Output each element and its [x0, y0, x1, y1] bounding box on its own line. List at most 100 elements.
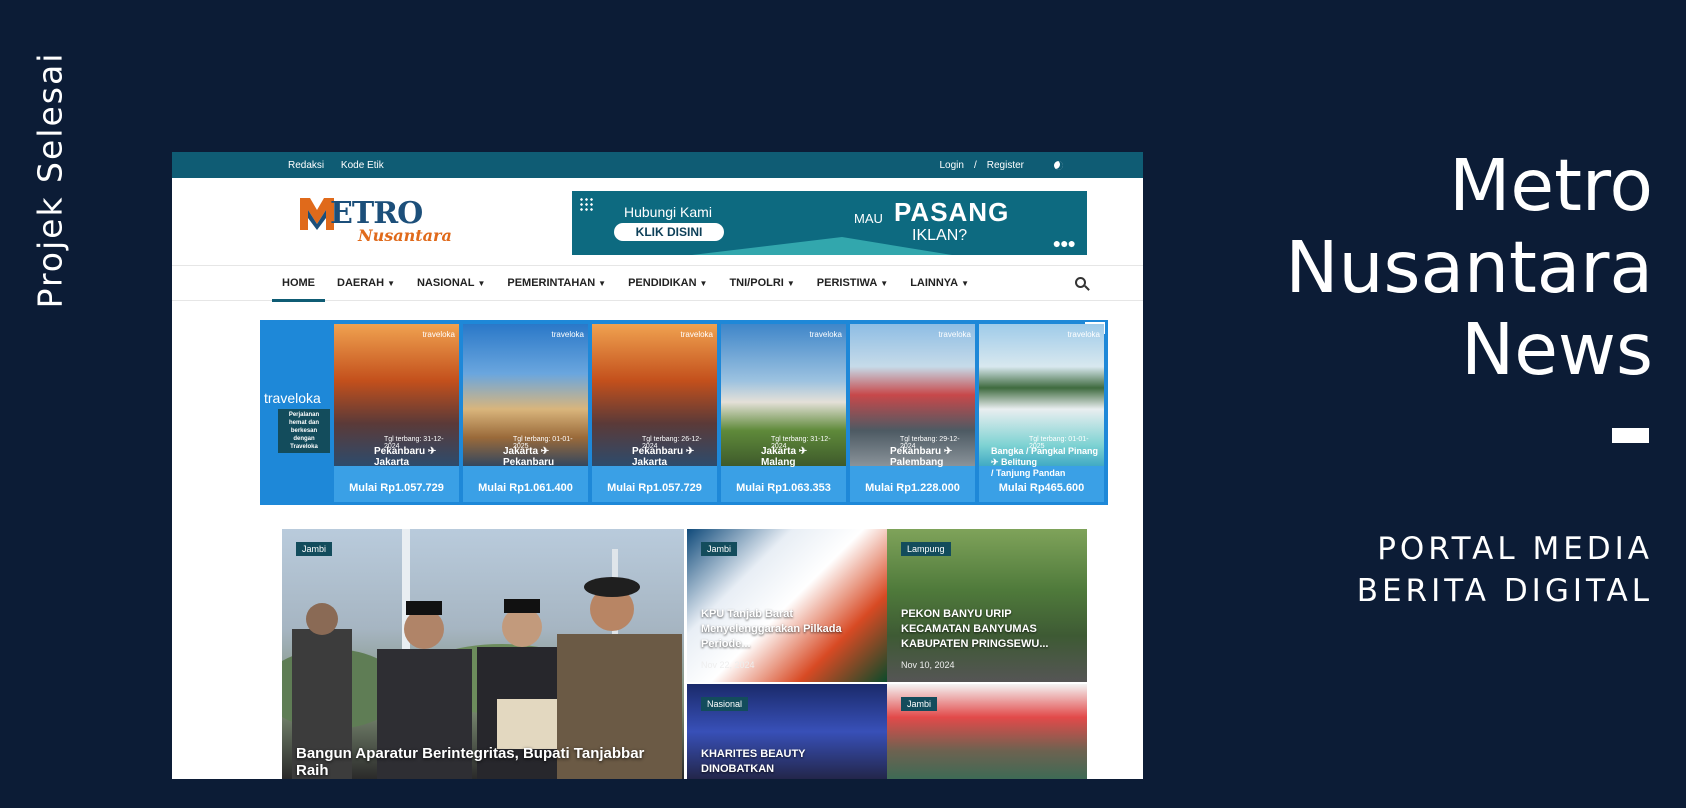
article-title[interactable]: KPU Tanjab Barat Menyelenggarakan Pilkad… — [701, 607, 877, 652]
featured-title[interactable]: Bangun Aparatur Berintegritas, Bupati Ta… — [296, 745, 676, 779]
nav-label: DAERAH — [337, 277, 385, 289]
ad-tagline: Perjalanan hemat dan berkesan dengan Tra… — [278, 409, 330, 453]
caret-down-icon: ▼ — [786, 279, 795, 288]
headline: Metro Nusantara News — [1233, 145, 1653, 391]
top-link-redaksi[interactable]: Redaksi — [288, 160, 324, 171]
nav-label: PEMERINTAHAN — [507, 277, 596, 289]
caret-down-icon: ▼ — [598, 279, 607, 288]
nav-pendidikan[interactable]: PENDIDIKAN ▼ — [628, 265, 707, 301]
ad-card-brand: traveloka — [551, 330, 584, 339]
separator: / — [973, 159, 977, 171]
article-date: Nov 10, 2024 — [901, 660, 955, 670]
ad-card-route: Jakarta ✈ Pekanbaru — [503, 446, 555, 468]
ad-card-price: Mulai Rp465.600 — [998, 482, 1085, 494]
nav-label: PERISTIWA — [816, 277, 878, 289]
article-tile[interactable]: Jambi KPU Tanjab Barat Menyelenggarakan … — [687, 529, 887, 682]
ad-card-price: Mulai Rp1.057.729 — [607, 482, 702, 494]
caret-down-icon: ▼ — [699, 279, 708, 288]
slide: Projek Selesai Metro Nusantara News PORT… — [0, 0, 1686, 808]
caret-down-icon: ▼ — [477, 279, 486, 288]
headline-line-2: Nusantara — [1285, 226, 1653, 309]
featured-article[interactable]: Jambi Bangun Aparatur Berintegritas, Bup… — [282, 529, 684, 779]
ad-card-route: Pekanbaru ✈ Palembang — [890, 446, 953, 468]
category-tag[interactable]: Jambi — [901, 697, 938, 711]
login-link[interactable]: Login — [940, 160, 964, 171]
ad-card-price: Mulai Rp1.063.353 — [736, 482, 831, 494]
article-tile[interactable]: Jambi — [887, 684, 1087, 779]
article-tile[interactable]: Nasional KHARITES BEAUTY DINOBATKAN — [687, 684, 887, 779]
article-title[interactable]: KHARITES BEAUTY DINOBATKAN — [701, 747, 877, 777]
nav-nasional[interactable]: NASIONAL ▼ — [417, 265, 485, 301]
caret-down-icon: ▼ — [387, 279, 395, 288]
article-date: Nov 22, 2024 — [701, 660, 755, 670]
register-link[interactable]: Register — [987, 160, 1024, 171]
article-title[interactable]: PEKON BANYU URIP KECAMATAN BANYUMAS KABU… — [901, 607, 1077, 652]
ad-card[interactable]: traveloka Tgl terbang: 01-01-2025 Bangka… — [979, 324, 1104, 502]
top-links: Redaksi Kode Etik — [288, 160, 398, 171]
banner-iklan: IKLAN? — [912, 227, 968, 244]
moon-icon[interactable] — [1054, 160, 1063, 170]
site-logo[interactable]: ETRO Nusantara — [300, 196, 452, 250]
top-link-kode-etik[interactable]: Kode Etik — [341, 160, 384, 171]
nav-label: NASIONAL — [416, 277, 475, 289]
category-tag[interactable]: Jambi — [296, 542, 333, 556]
ad-card[interactable]: traveloka Tgl terbang: 31-12-2024 Jakart… — [721, 324, 846, 502]
ad-card-price: Mulai Rp1.228.000 — [865, 482, 960, 494]
subtitle: PORTAL MEDIA BERITA DIGITAL — [1203, 528, 1653, 612]
nav-tni-polri[interactable]: TNI/POLRI ▼ — [729, 265, 794, 301]
ad-card[interactable]: traveloka Tgl terbang: 01-01-2025 Jakart… — [463, 324, 588, 502]
ad-card-route: Bangka / Pangkal Pinang ✈ Belitung / Tanj… — [991, 446, 1099, 478]
headline-line-3: News — [1461, 308, 1653, 391]
traveloka-ad[interactable]: traveloka Perjalanan hemat dan berkesan … — [260, 320, 1108, 505]
ad-card-brand: traveloka — [938, 330, 971, 339]
category-tag[interactable]: Nasional — [701, 697, 749, 711]
ad-card-brand: traveloka — [809, 330, 842, 339]
ad-card[interactable]: traveloka Tgl terbang: 31-12-2024 Pekanb… — [334, 324, 459, 502]
ad-card-route: Pekanbaru ✈ Jakarta — [632, 446, 695, 468]
grid-dots-icon — [579, 197, 593, 211]
caret-down-icon: ▼ — [880, 279, 889, 288]
ad-brand: traveloka Perjalanan hemat dan berkesan … — [264, 390, 330, 453]
nav-peristiwa[interactable]: PERISTIWA ▼ — [817, 265, 888, 301]
nav-label: TNI/POLRI — [729, 277, 784, 289]
banner-hubungi: Hubungi Kami — [624, 204, 712, 220]
nav-label: LAINNYA — [910, 277, 959, 289]
nav-label: HOME — [282, 277, 315, 289]
more-dots-icon: ●●● — [1052, 235, 1076, 251]
main-nav: HOME DAERAH ▼ NASIONAL ▼ PEMERINTAHAN ▼ PEN… — [172, 265, 1143, 302]
ad-card-route: Pekanbaru ✈ Jakarta — [374, 446, 437, 468]
search-icon[interactable] — [1075, 277, 1086, 288]
ad-card-price: Mulai Rp1.057.729 — [349, 482, 444, 494]
ad-card-brand: traveloka — [680, 330, 713, 339]
caret-down-icon: ▼ — [961, 279, 970, 288]
ad-card-route: Jakarta ✈ Malang — [761, 446, 808, 468]
ad-card-brand: traveloka — [1067, 330, 1100, 339]
headline-line-1: Metro — [1449, 144, 1653, 227]
side-label: Projek Selesai — [30, 51, 70, 309]
advertise-banner[interactable]: Hubungi Kami KLIK DISINI MAU PASANG IKLA… — [572, 191, 1087, 255]
headline-dash — [1612, 428, 1649, 443]
nav-label: PENDIDIKAN — [628, 277, 697, 289]
nav-daerah[interactable]: DAERAH ▼ — [337, 265, 395, 301]
banner-pasang: PASANG — [894, 197, 1010, 227]
article-tile[interactable]: Lampung PEKON BANYU URIP KECAMATAN BANYU… — [887, 529, 1087, 682]
category-tag[interactable]: Jambi — [701, 542, 738, 556]
featured-image — [282, 529, 682, 779]
nav-lainnya[interactable]: LAINNYA ▼ — [910, 265, 969, 301]
brand-row: ETRO Nusantara Hubungi Kami KLIK DISINI … — [172, 178, 1143, 265]
ad-card-brand: traveloka — [422, 330, 455, 339]
website-screenshot: Redaksi Kode Etik Login / Register ETRO … — [172, 152, 1143, 779]
ad-brand-name: traveloka — [264, 390, 321, 406]
ad-card[interactable]: traveloka Tgl terbang: 26-12-2024 Pekanb… — [592, 324, 717, 502]
ad-card[interactable]: traveloka Tgl terbang: 29-12-2024 Pekanb… — [850, 324, 975, 502]
account-links: Login / Register — [940, 159, 1063, 171]
subtitle-line-2: BERITA DIGITAL — [1356, 573, 1653, 609]
logo-m-icon — [300, 198, 334, 230]
banner-mau: MAU — [854, 211, 883, 226]
nav-pemerintahan[interactable]: PEMERINTAHAN ▼ — [507, 265, 606, 301]
logo-word-nusantara: Nusantara — [358, 226, 452, 245]
news-grid: Jambi Bangun Aparatur Berintegritas, Bup… — [282, 529, 1087, 779]
category-tag[interactable]: Lampung — [901, 542, 951, 556]
subtitle-line-1: PORTAL MEDIA — [1377, 531, 1653, 567]
nav-home[interactable]: HOME — [272, 265, 325, 302]
